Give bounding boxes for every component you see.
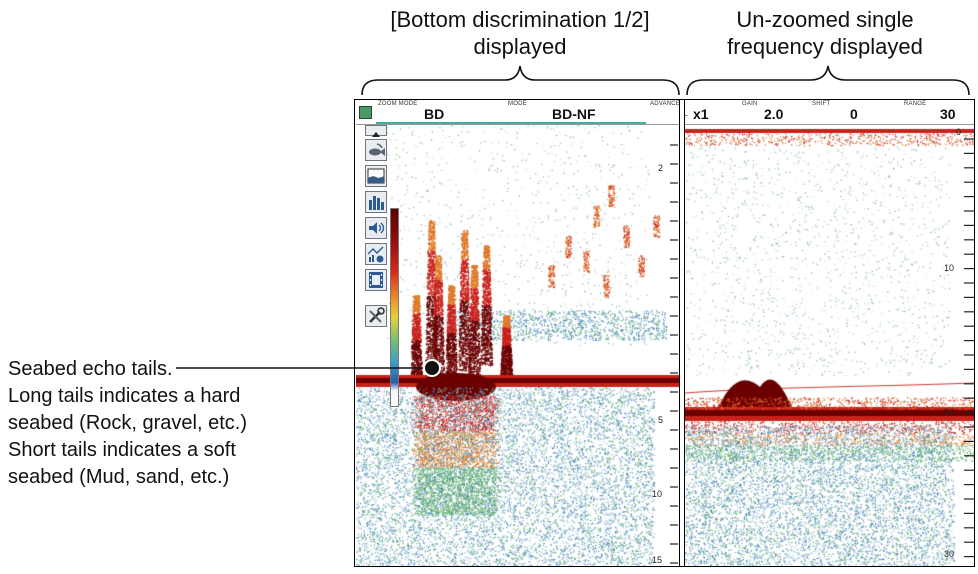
left-scale-label-15: 15 bbox=[652, 555, 663, 565]
mode-value[interactable]: BD-NF bbox=[552, 106, 596, 122]
callout-line2: Long tails indicates a hard bbox=[8, 385, 241, 407]
scroll-up-button[interactable] bbox=[365, 125, 387, 137]
fish-icon bbox=[369, 143, 385, 156]
speaker-icon bbox=[369, 222, 385, 234]
left-depth-scale: 2 5 10 15 bbox=[652, 125, 678, 566]
echogram-left-canvas bbox=[356, 125, 679, 566]
right-scale-label-20: 20 bbox=[944, 407, 955, 417]
toolbar-fish-button[interactable] bbox=[365, 139, 387, 161]
toolbar-seabed-button[interactable] bbox=[365, 165, 387, 187]
echogram-right-canvas bbox=[685, 125, 974, 566]
right-scale-ticks bbox=[964, 138, 974, 558]
mode-label: MODE bbox=[508, 101, 527, 107]
scroll-up-icon bbox=[372, 132, 380, 137]
seabed-icon bbox=[367, 168, 385, 184]
toolbar-histogram-button[interactable] bbox=[365, 191, 387, 213]
film-icon bbox=[369, 272, 383, 288]
shift-label: SHIFT bbox=[812, 101, 831, 107]
right-depth-scale: 0 10 20 30 bbox=[944, 125, 974, 566]
toolbar-scope-button[interactable] bbox=[365, 243, 387, 265]
right-scale-label-10: 10 bbox=[944, 263, 955, 273]
zoom-mode-label: ZOOM MODE bbox=[378, 101, 418, 107]
brace-right bbox=[686, 65, 970, 96]
header-accent-line bbox=[376, 122, 646, 124]
callout-leader bbox=[176, 359, 441, 377]
left-scale-label-5: 5 bbox=[658, 415, 664, 425]
toolbar-film-button[interactable] bbox=[365, 269, 387, 291]
histogram-icon bbox=[369, 196, 384, 210]
toolbar-speaker-button[interactable] bbox=[365, 217, 387, 239]
brace-left bbox=[361, 65, 680, 96]
right-scale-label-30: 30 bbox=[944, 549, 955, 559]
toolbar-tools-button[interactable] bbox=[365, 305, 387, 327]
echogram-right-panel[interactable] bbox=[685, 125, 974, 566]
callout-line3: seabed (Rock, gravel, etc.) bbox=[8, 412, 247, 434]
callout-line5: seabed (Mud, sand, etc.) bbox=[8, 466, 230, 488]
shift-value[interactable]: 0 bbox=[850, 106, 858, 122]
header-bar: ZOOM MODE BD MODE BD-NF ADVANCE ← x1 GAI… bbox=[356, 100, 974, 125]
tools-icon bbox=[369, 307, 385, 323]
left-scale-label-2: 2 bbox=[658, 163, 664, 173]
right-scale-label-0: 0 bbox=[956, 127, 962, 137]
caption-braces bbox=[361, 65, 970, 96]
header-mode-icon[interactable] bbox=[359, 106, 372, 119]
gain-label: GAIN bbox=[742, 101, 758, 107]
gain-value[interactable]: 2.0 bbox=[764, 106, 783, 122]
left-scale-ticks bbox=[670, 144, 678, 564]
callout-line4: Short tails indicates a soft bbox=[8, 439, 236, 461]
range-label: RANGE bbox=[904, 101, 927, 107]
left-scale-label-10: 10 bbox=[652, 489, 663, 499]
scope-icon bbox=[367, 246, 384, 263]
echogram-left-panel[interactable] bbox=[356, 125, 679, 566]
zoom-mode-value[interactable]: BD bbox=[424, 106, 444, 122]
advance-value[interactable]: x1 bbox=[693, 106, 709, 122]
range-value[interactable]: 30 bbox=[940, 106, 956, 122]
